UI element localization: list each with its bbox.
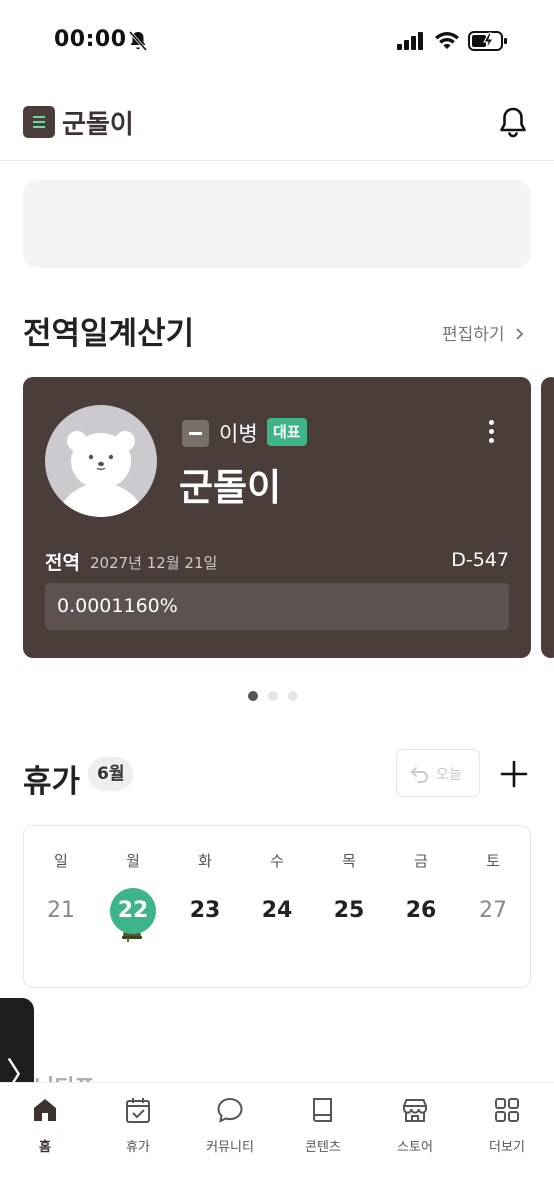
- edit-link[interactable]: 편집하기: [442, 320, 526, 345]
- more-options-icon[interactable]: [489, 420, 497, 446]
- book-icon: [313, 1098, 332, 1122]
- header-divider: [0, 160, 554, 161]
- tab-community[interactable]: 커뮤니티: [185, 1095, 275, 1155]
- chevron-right-icon: [516, 328, 524, 340]
- calendar-day[interactable]: 27: [470, 888, 516, 934]
- calendar-day[interactable]: 25: [326, 888, 372, 934]
- calendar-day[interactable]: 21: [38, 888, 84, 934]
- calendar-day[interactable]: 24: [254, 888, 300, 934]
- calendar-day[interactable]: 23: [182, 888, 228, 934]
- weekday-label: 토: [486, 852, 500, 870]
- card-pager: [248, 686, 308, 701]
- bottom-tab-bar: 홈 휴가 커뮤니티 콘텐츠 스토어 더보기: [0, 1082, 554, 1200]
- status-bar: 00:00: [0, 0, 554, 84]
- weekday-label: 금: [414, 852, 428, 870]
- discharge-label: 전역: [45, 552, 80, 574]
- vacation-section-title: 휴가: [23, 764, 81, 800]
- banner-placeholder[interactable]: [23, 180, 531, 268]
- tab-contents-label: 콘텐츠: [305, 1140, 341, 1155]
- discharge-date: 2027년 12월 21일: [90, 554, 218, 572]
- tab-vacation[interactable]: 휴가: [93, 1095, 183, 1155]
- grid-icon: [495, 1098, 519, 1122]
- tab-community-label: 커뮤니티: [206, 1140, 254, 1155]
- rank-insignia: —: [182, 420, 209, 447]
- undo-arrow-icon: [411, 767, 428, 783]
- today-button[interactable]: 오늘: [396, 749, 480, 797]
- calendar-day[interactable]: 26: [398, 888, 444, 934]
- discharge-section-title: 전역일계산기: [23, 316, 195, 352]
- progress-text: 0.0001160%: [57, 595, 178, 617]
- edit-link-label: 편집하기: [442, 325, 505, 345]
- app-title: 군돌이: [62, 110, 134, 140]
- rank-text: 이병: [219, 422, 258, 446]
- calendar-check-icon: [126, 1098, 150, 1123]
- representative-badge: 대표: [267, 418, 307, 446]
- today-button-label: 오늘: [436, 767, 462, 783]
- pager-dot[interactable]: [248, 691, 258, 701]
- weekday-label: 일: [54, 852, 68, 870]
- pager-dot[interactable]: [268, 691, 278, 701]
- d-day-counter: D-547: [451, 549, 509, 571]
- week-calendar: 일 월 화 수 목 금 토 21 22 23 24 25 26 27: [23, 825, 531, 988]
- bear-avatar-icon: [57, 431, 145, 517]
- tab-home-label: 홈: [39, 1140, 51, 1155]
- status-time: 00:00: [54, 27, 127, 52]
- bell-icon[interactable]: [498, 106, 528, 138]
- tab-more-label: 더보기: [489, 1140, 525, 1155]
- store-icon: [403, 1099, 427, 1122]
- weekday-label: 화: [198, 852, 212, 870]
- discharge-card[interactable]: — 이병 대표 군돌이 전역 2027년 12월 21일 D-547 0.000…: [23, 377, 531, 658]
- pager-dot[interactable]: [288, 691, 298, 701]
- avatar: [45, 405, 157, 517]
- weekday-label: 월: [126, 852, 140, 870]
- add-icon[interactable]: [500, 760, 528, 788]
- chat-bubble-icon: [217, 1097, 243, 1123]
- next-card-peek[interactable]: [541, 377, 554, 658]
- calendar-day-selected[interactable]: 22: [110, 888, 156, 934]
- tab-more[interactable]: 더보기: [462, 1095, 552, 1155]
- month-chip[interactable]: 6월: [88, 757, 134, 791]
- menu-logo-icon[interactable]: [23, 106, 55, 138]
- home-icon: [34, 1099, 56, 1121]
- app-header: 군돌이: [0, 96, 554, 156]
- soldier-name: 군돌이: [179, 466, 282, 509]
- battery-charging-icon: [468, 31, 507, 51]
- service-progress-bar: 0.0001160%: [45, 583, 509, 630]
- bell-off-icon: [128, 31, 148, 51]
- tab-vacation-label: 휴가: [126, 1140, 150, 1155]
- tab-store[interactable]: 스토어: [370, 1095, 460, 1155]
- signal-icon: [397, 32, 423, 50]
- tab-home[interactable]: 홈: [0, 1095, 90, 1155]
- weekday-label: 목: [342, 852, 356, 870]
- weekday-label: 수: [270, 852, 284, 870]
- wifi-icon: [435, 32, 459, 49]
- rank-symbol: —: [189, 432, 202, 435]
- tab-contents[interactable]: 콘텐츠: [278, 1095, 368, 1155]
- tab-store-label: 스토어: [397, 1140, 433, 1155]
